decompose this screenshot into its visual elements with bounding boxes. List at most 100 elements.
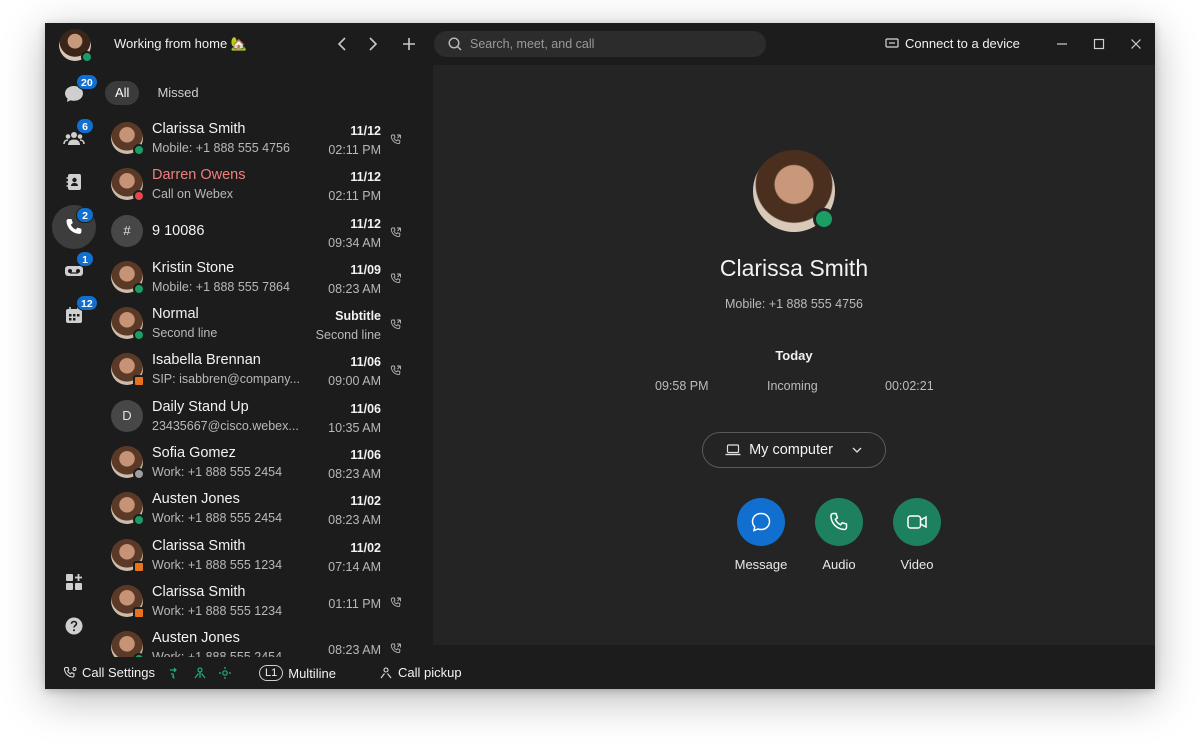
contact-detail: Mobile: +1 888 555 7864 [152, 279, 290, 294]
rail-teams[interactable]: 6 [52, 116, 96, 160]
contact-name: Austen Jones [152, 491, 240, 508]
call-back-icon[interactable] [390, 364, 402, 382]
call-forward-icon[interactable] [168, 666, 182, 680]
video-call-button[interactable] [893, 498, 941, 546]
contact-detail: Mobile: +1 888 555 4756 [152, 141, 290, 155]
rail-voicemail[interactable]: 1 [52, 249, 96, 293]
self-avatar[interactable] [59, 29, 93, 63]
phone-settings-icon [63, 666, 77, 678]
message-button[interactable] [737, 498, 785, 546]
device-selector[interactable]: My computer [702, 432, 886, 468]
contact-avatar [753, 150, 835, 232]
call-time: 08:23 AM [328, 467, 381, 482]
multiline-label: Multiline [288, 665, 336, 681]
voicemail-badge: 1 [76, 251, 94, 267]
forward-button[interactable] [361, 33, 383, 55]
call-log-direction: Incoming [767, 379, 818, 393]
call-waiting-icon[interactable] [218, 666, 232, 680]
call-time: 09:00 AM [328, 374, 381, 389]
status-message[interactable]: Working from home 🏡 [114, 36, 247, 52]
call-history-row[interactable]: Darren Owens Call on Webex 11/12 02:11 PM [103, 161, 433, 207]
call-history-row[interactable]: Austen Jones Work: +1 888 555 2454 11/02 08… [103, 485, 433, 531]
call-history-row[interactable]: Sofia Gomez Work: +1 888 555 2454 11/06 08:… [103, 439, 433, 485]
chevron-left-icon [337, 37, 346, 51]
search-bar[interactable] [434, 31, 766, 57]
rail-calling[interactable]: 2 [52, 205, 96, 249]
contact-name: Kristin Stone [152, 259, 235, 276]
call-date: 11/06 [350, 355, 381, 370]
contact-detail: Work: +1 888 555 2454 [152, 511, 283, 526]
call-time: 08:23 AM [328, 513, 381, 528]
call-time: 08:23 AM [328, 643, 381, 658]
call-back-icon[interactable] [390, 596, 402, 614]
filter-all[interactable]: All [105, 81, 140, 105]
messages-badge: 20 [76, 74, 98, 90]
presence-busy-icon [133, 560, 145, 573]
call-date: 11/12 [350, 170, 381, 185]
connect-device-button[interactable]: Connect to a device [885, 36, 1020, 51]
call-time: 02:11 PM [328, 143, 381, 157]
call-pickup-icon [380, 666, 392, 678]
call-date: Subtitle [335, 309, 381, 324]
call-history-row[interactable]: Clarissa Smith Work: +1 888 555 1234 11/02… [103, 532, 433, 578]
contact-name: Clarissa Smith [152, 537, 246, 554]
contact-detail: Work: +1 888 555 1234 [152, 557, 283, 572]
webex-window: Working from home 🏡 Connect to a device [45, 23, 1155, 689]
call-back-icon[interactable] [390, 226, 402, 244]
call-history-row[interactable]: Kristin Stone Mobile: +1 888 555 7864 11/0… [103, 254, 433, 300]
call-settings-label: Call Settings [82, 665, 155, 680]
call-date: 11/12 [350, 124, 381, 138]
filter-missed[interactable]: Missed [147, 81, 208, 105]
call-log-time: 09:58 PM [655, 379, 709, 393]
contact-name: Darren Owens [152, 167, 246, 184]
rail-apps[interactable] [52, 560, 96, 604]
close-button[interactable] [1125, 33, 1147, 55]
rail-messages[interactable]: 20 [52, 72, 98, 116]
call-date: 11/02 [350, 494, 381, 509]
contact-name: Isabella Brennan [152, 352, 261, 369]
contact-name: Normal [152, 306, 199, 323]
call-log-duration: 00:02:21 [885, 379, 934, 393]
new-button[interactable] [398, 33, 420, 55]
call-back-icon[interactable] [390, 318, 402, 336]
video-label: Video [900, 557, 934, 572]
call-history-row[interactable]: Normal Second line Subtitle Second line [103, 300, 433, 346]
minimize-button[interactable] [1051, 33, 1073, 55]
call-time: Second line [315, 328, 381, 343]
search-input[interactable] [470, 35, 750, 53]
call-filter-tabs: All Missed [105, 81, 209, 105]
contact-name: Austen Jones [152, 630, 240, 647]
call-history-row[interactable]: Isabella Brennan SIP: isabbren@company...… [103, 346, 433, 392]
minimize-icon [1057, 43, 1067, 45]
call-back-icon[interactable] [390, 133, 402, 151]
call-back-icon[interactable] [390, 272, 402, 290]
chevron-right-icon [369, 37, 378, 51]
call-history-row[interactable]: D Daily Stand Up 23435667@cisco.webex... 11… [103, 393, 433, 439]
presence-busy-icon [133, 375, 145, 388]
call-time: 07:14 AM [328, 559, 381, 574]
calling-bottom-bar: Call Settings L1 Multiline Call pickup [45, 657, 1155, 689]
multiline-button[interactable]: L1 Multiline [259, 665, 336, 681]
history-day-heading: Today [775, 348, 813, 363]
rail-contacts[interactable] [52, 160, 96, 204]
rail-meetings[interactable]: 12 [52, 293, 98, 337]
title-bar: Working from home 🏡 Connect to a device [45, 23, 1155, 65]
presence-online-icon [133, 282, 145, 295]
single-number-reach-icon[interactable] [193, 666, 207, 680]
call-history-row[interactable]: Clarissa Smith Mobile: +1 888 555 4756 11/… [103, 115, 433, 161]
maximize-button[interactable] [1088, 33, 1110, 55]
presence-busy-icon [133, 606, 145, 619]
back-button[interactable] [332, 33, 354, 55]
rail-help[interactable] [52, 604, 96, 648]
call-date: 11/06 [350, 448, 381, 463]
plus-icon [403, 38, 415, 50]
audio-call-button[interactable] [815, 498, 863, 546]
call-settings-button[interactable]: Call Settings [63, 665, 232, 680]
presence-dnd-icon [133, 190, 145, 203]
presence-away-icon [133, 468, 145, 481]
call-date: 11/02 [350, 540, 381, 555]
contacts-book-icon [66, 174, 81, 190]
call-history-row[interactable]: Clarissa Smith Work: +1 888 555 1234 01:11… [103, 578, 433, 624]
call-history-row[interactable]: #9 10086 11/12 09:34 AM [103, 208, 433, 254]
call-pickup-button[interactable]: Call pickup [379, 665, 462, 680]
